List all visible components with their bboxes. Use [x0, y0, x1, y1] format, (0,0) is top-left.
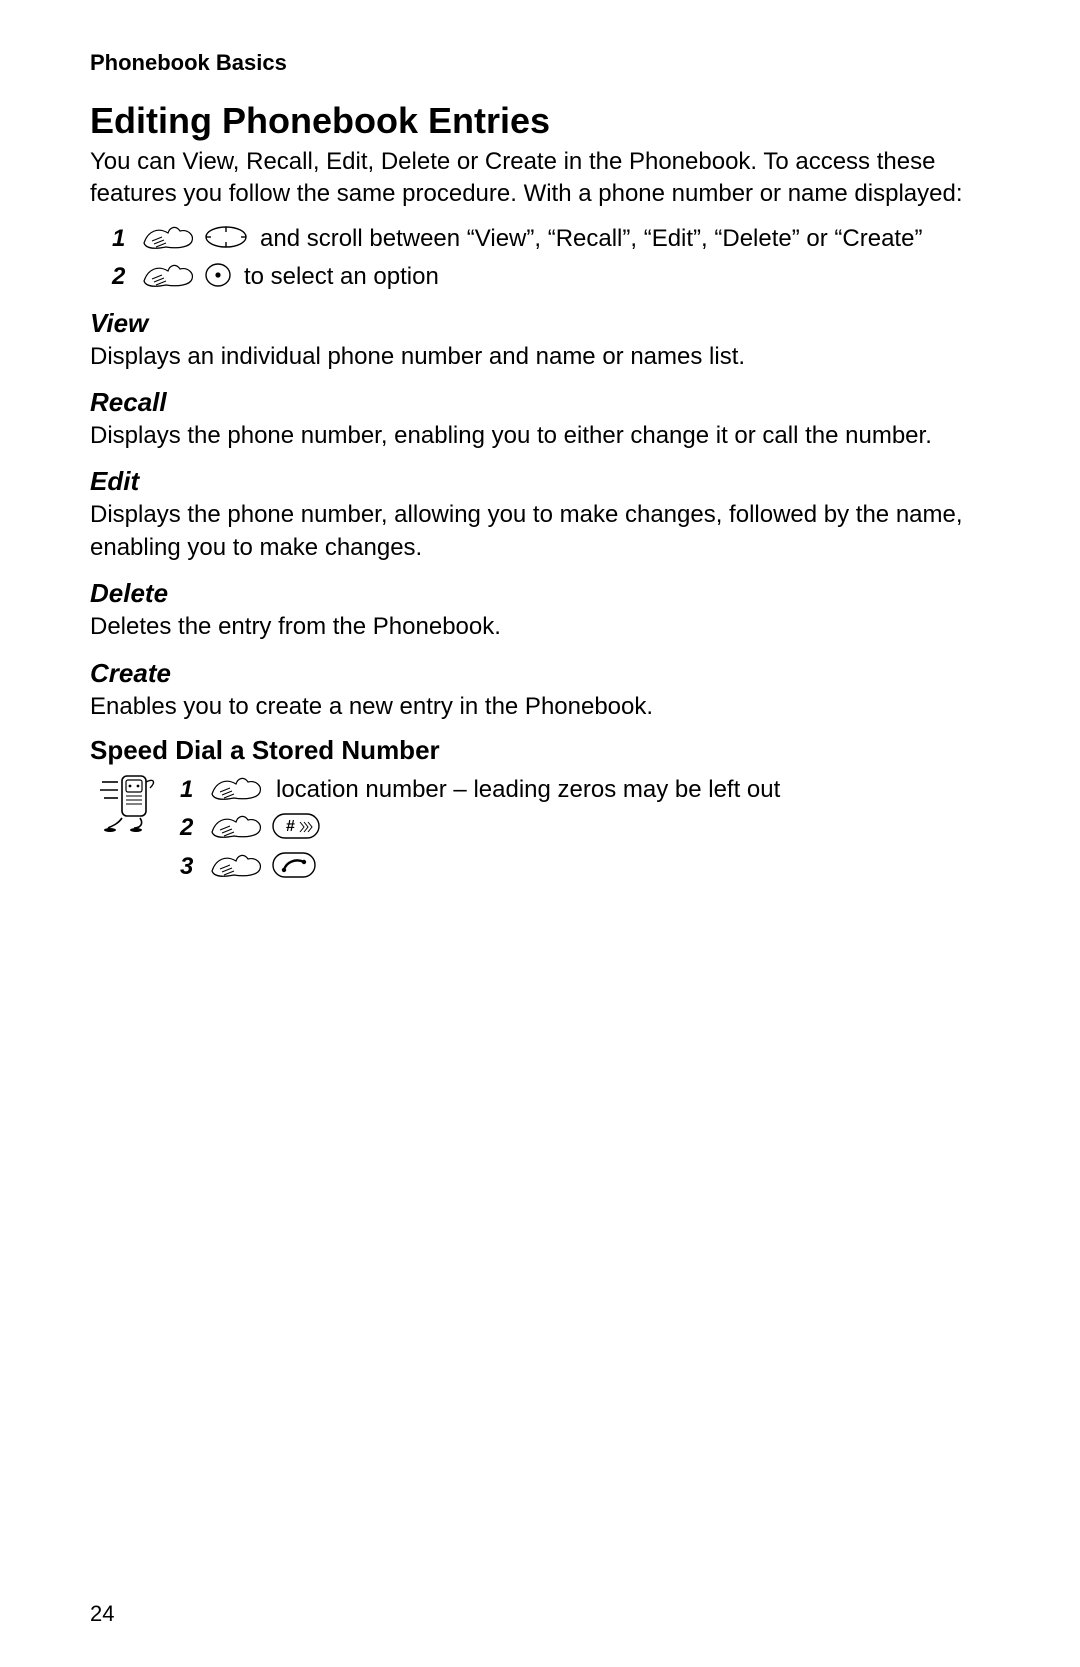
recall-heading: Recall [90, 387, 990, 418]
press-key-icon [210, 774, 264, 802]
delete-paragraph: Deletes the entry from the Phonebook. [90, 611, 990, 643]
intro-paragraph: You can View, Recall, Edit, Delete or Cr… [90, 146, 990, 211]
hash-key-icon: # [272, 813, 320, 839]
select-button-icon [204, 262, 232, 288]
view-paragraph: Displays an individual phone number and … [90, 341, 990, 373]
page: Phonebook Basics Editing Phonebook Entri… [0, 0, 1080, 1667]
phone-mascot-icon [90, 770, 162, 889]
step-1: 1 and scroll between “View”, “Recall”, “… [112, 223, 990, 255]
top-steps: 1 and scroll between “View”, “Recall”, “… [90, 223, 990, 294]
page-number: 24 [90, 1601, 114, 1627]
step-text: and scroll between “View”, “Recall”, “Ed… [260, 223, 990, 255]
step-text: to select an option [244, 261, 990, 293]
edit-paragraph: Displays the phone number, allowing you … [90, 499, 990, 564]
press-key-icon [210, 851, 264, 879]
step-number: 3 [180, 851, 198, 883]
svg-text:#: # [286, 818, 295, 835]
delete-heading: Delete [90, 578, 990, 609]
speed-dial-heading: Speed Dial a Stored Number [90, 735, 990, 766]
step-number: 2 [112, 261, 130, 293]
call-key-icon [272, 852, 316, 878]
sd-step-3: 3 [180, 851, 990, 883]
create-paragraph: Enables you to create a new entry in the… [90, 691, 990, 723]
press-key-icon [142, 223, 196, 251]
nav-scroll-icon [204, 225, 248, 249]
step-text: location number – leading zeros may be l… [276, 774, 990, 806]
page-header: Phonebook Basics [90, 50, 990, 76]
press-key-icon [210, 812, 264, 840]
view-heading: View [90, 308, 990, 339]
create-heading: Create [90, 658, 990, 689]
press-key-icon [142, 261, 196, 289]
speed-dial-steps: 1 location number – leading zeros may be… [180, 770, 990, 889]
recall-paragraph: Displays the phone number, enabling you … [90, 420, 990, 452]
page-title: Editing Phonebook Entries [90, 100, 990, 142]
sd-step-2: 2 # [180, 812, 990, 844]
step-number: 2 [180, 812, 198, 844]
step-number: 1 [180, 774, 198, 806]
step-number: 1 [112, 223, 130, 255]
edit-heading: Edit [90, 466, 990, 497]
sd-step-1: 1 location number – leading zeros may be… [180, 774, 990, 806]
speed-dial-block: 1 location number – leading zeros may be… [90, 770, 990, 889]
step-2: 2 to select an option [112, 261, 990, 293]
